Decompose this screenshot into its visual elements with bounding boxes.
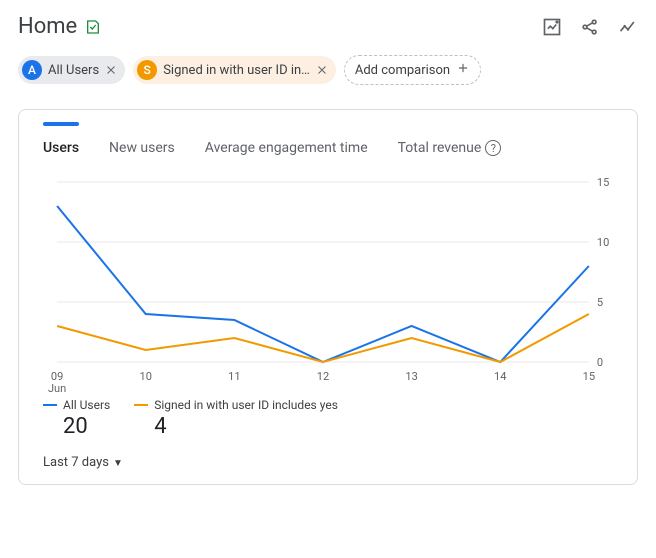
add-comparison-label: Add comparison <box>355 63 450 78</box>
metric-tabs: Users New users Average engagement time … <box>19 126 637 160</box>
chip-label-a: All Users <box>48 63 99 78</box>
metric-new-users[interactable]: New users <box>109 140 175 156</box>
date-range-selector[interactable]: Last 7 days▼ <box>43 455 123 470</box>
svg-text:0: 0 <box>597 356 603 369</box>
legend-b-label: Signed in with user ID includes yes <box>154 398 338 412</box>
verified-icon <box>85 19 101 35</box>
legend-all-users: All Users 20 <box>43 398 110 439</box>
overview-card: Users New users Average engagement time … <box>18 109 638 485</box>
metric-users[interactable]: Users <box>43 140 79 156</box>
trend-icon[interactable] <box>618 17 638 37</box>
svg-text:Jun: Jun <box>48 382 66 392</box>
legend-b-value: 4 <box>134 414 338 439</box>
chip-signed-in[interactable]: S Signed in with user ID in… <box>133 56 336 84</box>
close-icon[interactable] <box>316 64 328 76</box>
insights-icon[interactable] <box>542 17 562 37</box>
add-comparison-button[interactable]: Add comparison <box>344 55 481 85</box>
chip-avatar-a: A <box>22 60 42 80</box>
comparison-chips: A All Users S Signed in with user ID in…… <box>0 45 656 99</box>
chart-legend: All Users 20 Signed in with user ID incl… <box>19 392 637 439</box>
legend-a-label: All Users <box>63 398 110 412</box>
close-icon[interactable] <box>105 64 117 76</box>
svg-text:15: 15 <box>583 370 595 383</box>
chip-avatar-b: S <box>137 60 157 80</box>
svg-text:15: 15 <box>597 176 609 189</box>
legend-a-value: 20 <box>43 414 110 439</box>
metric-total-revenue[interactable]: Total revenue ? <box>398 140 502 156</box>
chip-all-users[interactable]: A All Users <box>18 56 125 84</box>
svg-text:12: 12 <box>317 370 329 383</box>
svg-text:10: 10 <box>140 370 152 383</box>
help-icon[interactable]: ? <box>485 140 501 156</box>
line-chart: 05101509101112131415Jun <box>27 172 629 392</box>
svg-text:11: 11 <box>228 370 240 383</box>
svg-text:14: 14 <box>494 370 506 383</box>
chip-label-b: Signed in with user ID in… <box>163 63 310 78</box>
share-icon[interactable] <box>580 17 600 37</box>
svg-text:10: 10 <box>597 236 609 249</box>
svg-text:5: 5 <box>597 296 603 309</box>
legend-signed-in: Signed in with user ID includes yes 4 <box>134 398 338 439</box>
svg-text:13: 13 <box>405 370 417 383</box>
plus-icon <box>456 61 470 79</box>
metric-avg-engagement[interactable]: Average engagement time <box>205 140 368 156</box>
page-title: Home <box>18 14 77 39</box>
